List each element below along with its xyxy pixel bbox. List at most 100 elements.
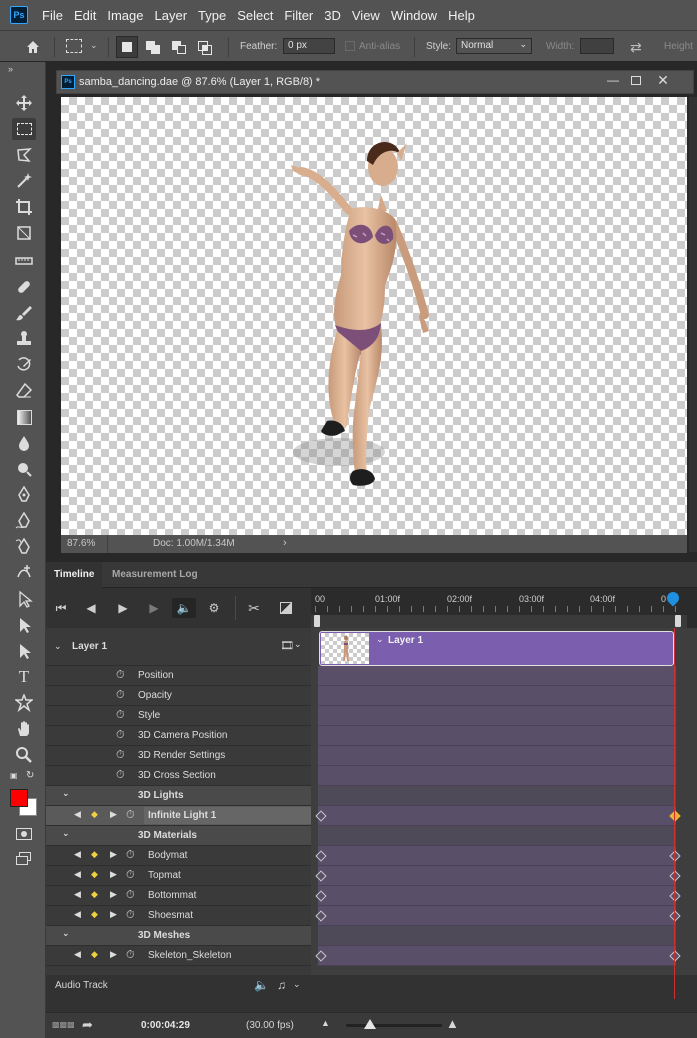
group-track[interactable] <box>318 926 676 946</box>
time-ruler[interactable]: 00 01:00f 02:00f 03:00f 04:00f 0 f <box>311 588 697 628</box>
tab-measurement-log[interactable]: Measurement Log <box>104 562 206 588</box>
style-select[interactable]: Normal ⌄ <box>456 38 532 54</box>
feather-input[interactable]: 0 px <box>283 38 335 54</box>
layer-clip[interactable]: ⌄ Layer 1 <box>319 631 674 666</box>
direct-selection-tool-icon[interactable] <box>12 614 36 636</box>
document-window-titlebar[interactable]: Ps samba_dancing.dae @ 87.6% (Layer 1, R… <box>56 70 694 94</box>
stopwatch-icon[interactable]: ⏱ <box>126 909 135 922</box>
chevron-down-icon[interactable]: ⌄ <box>294 639 302 650</box>
property-row[interactable]: ⏱ Style <box>46 706 311 726</box>
prev-keyframe-icon[interactable]: ◀ <box>74 809 81 820</box>
prev-keyframe-icon[interactable]: ◀ <box>74 869 81 880</box>
work-area-end-handle[interactable] <box>675 615 681 627</box>
property-row[interactable]: ⏱ 3D Render Settings <box>46 746 311 766</box>
hand-tool-icon[interactable] <box>12 718 36 740</box>
film-strip-icon[interactable]: 🎞 <box>280 639 294 652</box>
close-icon[interactable]: ✕ <box>655 72 671 88</box>
eraser-tool-icon[interactable] <box>12 380 36 402</box>
light-track[interactable] <box>318 806 676 826</box>
next-keyframe-icon[interactable]: ▶ <box>110 889 117 900</box>
zoom-slider[interactable] <box>346 1024 442 1027</box>
layer-header-row[interactable]: ⌄ Layer 1 🎞 ⌄ <box>46 628 311 666</box>
home-icon[interactable] <box>22 37 44 57</box>
marquee-preset-icon[interactable] <box>66 39 82 53</box>
material-row[interactable]: ◀ ◆ ▶ ⏱ Bodymat <box>46 846 311 866</box>
next-keyframe-icon[interactable]: ▶ <box>110 809 117 820</box>
zoom-tool-icon[interactable] <box>12 744 36 766</box>
menu-view[interactable]: View <box>348 8 387 23</box>
add-keyframe-icon[interactable]: ◆ <box>91 809 98 820</box>
default-colors-icon[interactable]: ▣ <box>10 771 18 780</box>
stopwatch-icon[interactable]: ⏱ <box>116 709 125 722</box>
swap-colors-icon[interactable]: ↻ <box>26 770 34 781</box>
property-track[interactable] <box>318 686 676 706</box>
speaker-icon[interactable]: 🔈 <box>254 978 269 992</box>
mesh-track[interactable] <box>318 946 676 966</box>
move-tool-icon[interactable] <box>12 92 36 114</box>
add-selection-button[interactable] <box>144 39 162 55</box>
settings-gear-icon[interactable]: ⚙ <box>204 598 224 618</box>
property-track[interactable] <box>318 666 676 686</box>
material-row[interactable]: ◀ ◆ ▶ ⏱ Bottommat <box>46 886 311 906</box>
add-keyframe-icon[interactable]: ◆ <box>91 869 98 880</box>
add-keyframe-icon[interactable]: ◆ <box>91 949 98 960</box>
stopwatch-icon[interactable]: ⏱ <box>126 889 135 902</box>
chevron-down-icon[interactable]: ⌄ <box>62 788 70 799</box>
selection-arrow-tool-icon[interactable] <box>12 640 36 662</box>
next-keyframe-icon[interactable]: ▶ <box>110 909 117 920</box>
menu-edit[interactable]: Edit <box>70 8 103 23</box>
group-track[interactable] <box>318 786 676 806</box>
clone-stamp-tool-icon[interactable] <box>12 328 36 350</box>
stopwatch-icon[interactable]: ⏱ <box>126 809 135 822</box>
menu-file[interactable]: File <box>38 8 70 23</box>
chevron-down-icon[interactable]: ⌄ <box>62 828 70 839</box>
convert-arrow-icon[interactable]: ➦ <box>82 1017 93 1033</box>
audio-mute-icon[interactable]: 🔈 <box>172 598 196 618</box>
brush-tool-icon[interactable] <box>12 302 36 324</box>
material-track[interactable] <box>318 886 676 906</box>
menu-image[interactable]: Image <box>103 8 150 23</box>
type-tool-icon[interactable]: T <box>12 666 36 688</box>
work-area-start-handle[interactable] <box>314 615 320 627</box>
property-track[interactable] <box>318 766 676 786</box>
path-selection-tool-icon[interactable] <box>12 588 36 610</box>
antialias-checkbox[interactable] <box>345 41 355 51</box>
chevron-down-icon[interactable]: ⌄ <box>90 40 98 51</box>
group-track[interactable] <box>318 826 676 846</box>
material-track[interactable] <box>318 846 676 866</box>
lasso-tool-icon[interactable] <box>12 144 36 166</box>
current-time[interactable]: 0:00:04:29 <box>141 1020 190 1031</box>
zoom-slider-thumb[interactable] <box>364 1019 376 1029</box>
tracks-area[interactable]: ⌄ Layer 1 <box>311 628 697 998</box>
material-track[interactable] <box>318 906 676 926</box>
group-3d-meshes[interactable]: ⌄ 3D Meshes <box>46 926 311 946</box>
add-anchor-tool-icon[interactable] <box>12 562 36 584</box>
pen-tool-icon[interactable] <box>12 484 36 506</box>
prev-keyframe-icon[interactable]: ◀ <box>74 909 81 920</box>
property-row[interactable]: ⏱ 3D Cross Section <box>46 766 311 786</box>
split-scissors-icon[interactable]: ✂ <box>244 598 264 618</box>
rectangular-marquee-tool-icon[interactable] <box>12 118 36 140</box>
menu-window[interactable]: Window <box>387 8 444 23</box>
next-keyframe-icon[interactable]: ▶ <box>110 949 117 960</box>
next-keyframe-icon[interactable]: ▶ <box>110 869 117 880</box>
add-keyframe-icon[interactable]: ◆ <box>91 909 98 920</box>
play-icon[interactable]: ▶ <box>113 598 133 618</box>
foreground-color-swatch[interactable] <box>10 789 28 807</box>
vertical-scrollbar[interactable] <box>689 97 697 552</box>
material-row[interactable]: ◀ ◆ ▶ ⏱ Topmat <box>46 866 311 886</box>
new-selection-button[interactable] <box>116 36 138 58</box>
zoom-in-icon[interactable]: ▲ <box>446 1016 459 1031</box>
music-note-icon[interactable]: ♫ <box>277 978 286 992</box>
prev-keyframe-icon[interactable]: ◀ <box>74 849 81 860</box>
audio-track-row[interactable]: Audio Track 🔈 ♫ ⌄ <box>46 975 697 999</box>
screen-mode-icon[interactable] <box>16 852 32 866</box>
tab-timeline[interactable]: Timeline <box>46 562 103 588</box>
gradient-tool-icon[interactable] <box>12 406 36 428</box>
prev-keyframe-icon[interactable]: ◀ <box>74 889 81 900</box>
chevron-down-icon[interactable]: ⌄ <box>54 641 62 652</box>
frame-tool-icon[interactable] <box>12 222 36 244</box>
stopwatch-icon[interactable]: ⏱ <box>116 729 125 742</box>
intersect-selection-button[interactable] <box>196 39 214 55</box>
freeform-pen-tool-icon[interactable] <box>12 510 36 532</box>
